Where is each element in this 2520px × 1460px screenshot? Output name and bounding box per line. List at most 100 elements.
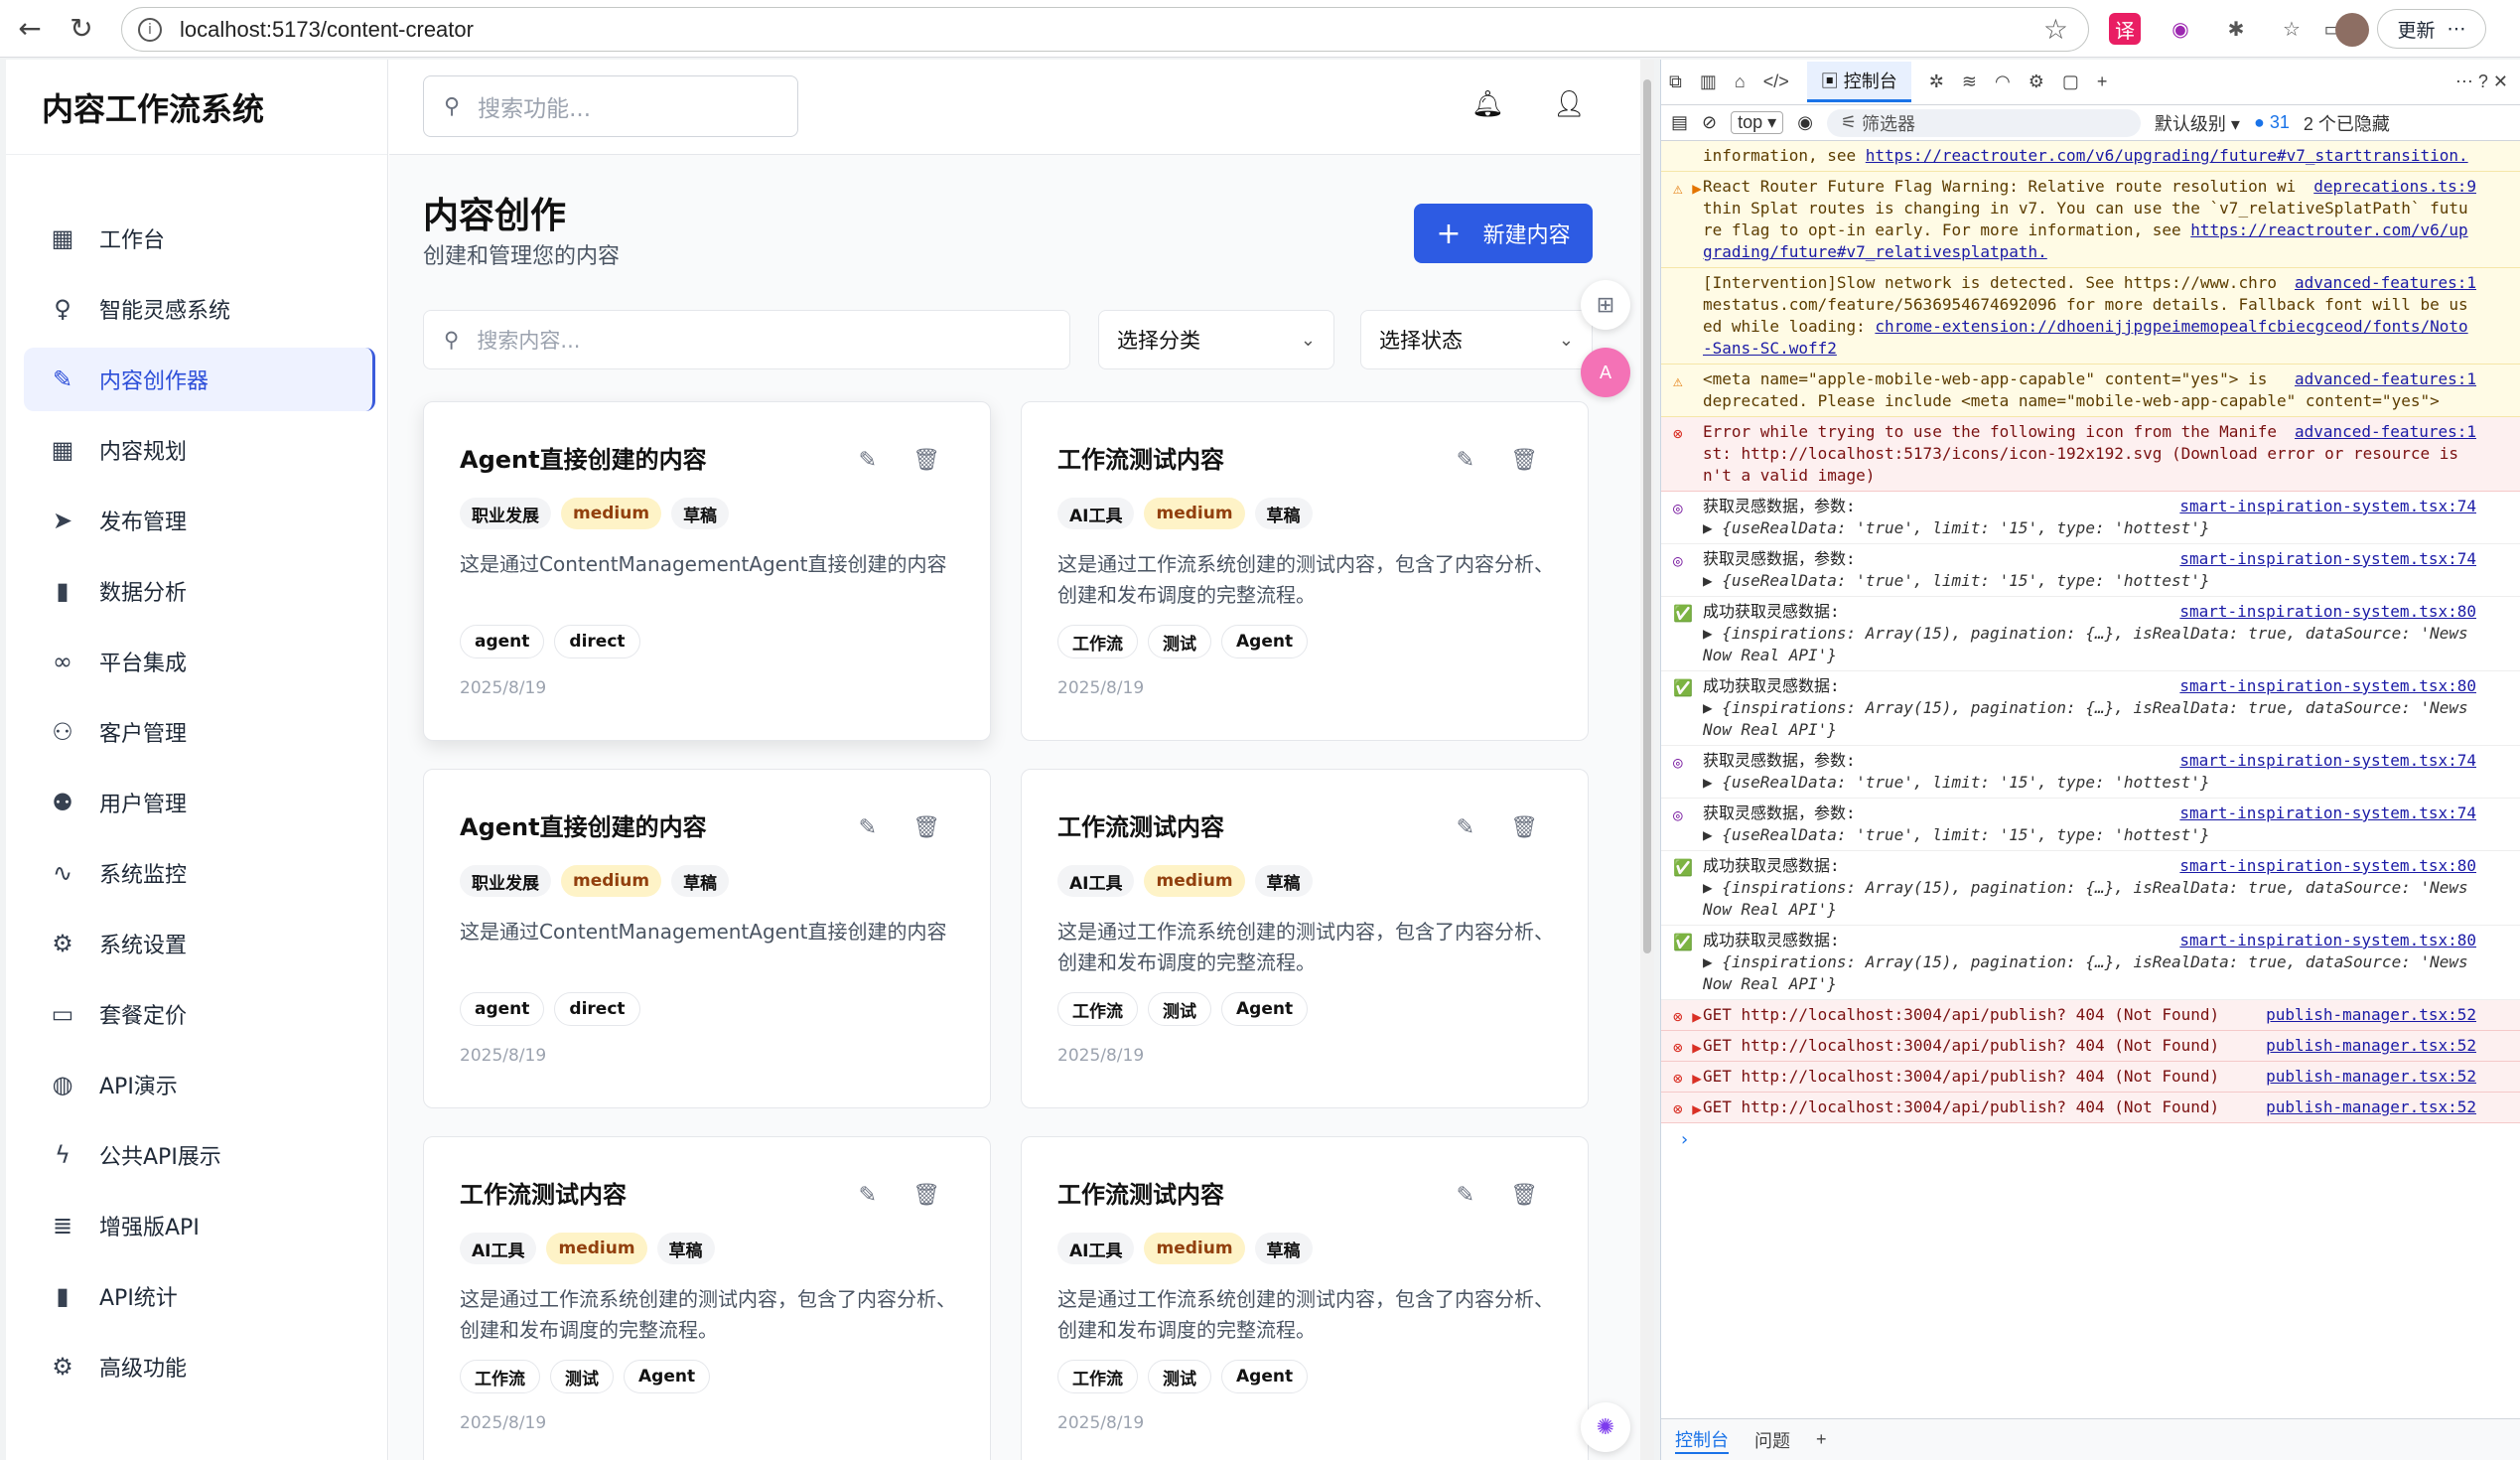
sidebar-item[interactable]: ▦ 工作台 [24, 207, 375, 270]
sidebar-item[interactable]: ∞ 平台集成 [24, 630, 375, 693]
source-link[interactable]: smart-inspiration-system.tsx:74 [2179, 548, 2476, 570]
level-select[interactable]: 默认级别 ▾ [2155, 110, 2240, 136]
logged-object[interactable]: ▶ {inspirations: Array(15), pagination: … [1703, 697, 2476, 741]
sidebar-item[interactable]: ➤ 发布管理 [24, 489, 375, 552]
category-select[interactable]: 选择分类 ⌄ [1098, 310, 1334, 369]
logged-object[interactable]: ▶ {inspirations: Array(15), pagination: … [1703, 623, 2476, 666]
address-bar[interactable]: i localhost:5173/content-creator ☆ [121, 7, 2089, 52]
trash-icon[interactable]: 🗑︎ [1510, 448, 1538, 473]
source-link[interactable]: advanced-features:1 [2295, 421, 2476, 443]
content-card[interactable]: Agent直接创建的内容 ✎ 🗑︎ 职业发展 medium 草稿 这是通过Conten… [423, 769, 991, 1108]
source-link[interactable]: publish-manager.tsx:52 [2266, 1004, 2476, 1026]
sidebar-item[interactable]: ◍ API演示 [24, 1053, 375, 1116]
update-button[interactable]: 更新 ⋯ [2377, 9, 2486, 49]
source-link[interactable]: smart-inspiration-system.tsx:74 [2179, 750, 2476, 772]
function-search-input[interactable]: ⚲ 搜索功能... [423, 75, 798, 137]
edit-icon[interactable]: ✎ [1457, 815, 1474, 840]
add-drawer-tab-icon[interactable]: + [1816, 1429, 1827, 1450]
sidebar-item[interactable]: ▦ 内容规划 [24, 418, 375, 482]
dock-icon[interactable]: ▥ [1700, 72, 1717, 92]
page-scrollbar[interactable] [1640, 60, 1654, 1460]
status-select[interactable]: 选择状态 ⌄ [1360, 310, 1593, 369]
sidebar-item[interactable]: ▭ 套餐定价 [24, 982, 375, 1046]
logged-object[interactable]: ▶ {useRealData: 'true', limit: '15', typ… [1703, 570, 2476, 592]
source-link[interactable]: smart-inspiration-system.tsx:80 [2179, 601, 2476, 623]
sidebar-item[interactable]: ϟ 公共API展示 [24, 1123, 375, 1187]
reload-icon[interactable]: ↻ [60, 7, 103, 51]
sidebar-item[interactable]: ∿ 系统监控 [24, 841, 375, 905]
puzzle-icon[interactable]: ✱ [2220, 13, 2252, 45]
application-icon[interactable]: ▢ [2062, 72, 2079, 92]
apps-grid-icon[interactable]: ⊞ [1581, 280, 1630, 330]
brain-icon[interactable]: ✺ [1581, 1402, 1630, 1452]
sidebar-item[interactable]: ⚙ 系统设置 [24, 912, 375, 975]
source-link[interactable]: smart-inspiration-system.tsx:80 [2179, 675, 2476, 697]
site-info-icon[interactable]: i [138, 17, 162, 42]
eye-icon[interactable]: ◉ [1797, 112, 1813, 133]
trash-icon[interactable]: 🗑︎ [1510, 815, 1538, 840]
console-filter-input[interactable]: ⚟ 筛选器 [1826, 108, 2141, 137]
elements-icon[interactable]: </> [1763, 72, 1789, 92]
new-content-button[interactable]: + 新建内容 [1414, 204, 1593, 263]
scrollbar-thumb[interactable] [1643, 79, 1651, 953]
bug-icon[interactable]: ✲ [1929, 72, 1944, 92]
performance-icon[interactable]: ◠ [1995, 72, 2011, 92]
more-icon[interactable]: ⋯ ? ✕ [2455, 72, 2508, 92]
logged-object[interactable]: ▶ {useRealData: 'true', limit: '15', typ… [1703, 772, 2476, 794]
trash-icon[interactable]: 🗑︎ [1510, 1183, 1538, 1208]
user-icon[interactable]: 👤︎ [1553, 89, 1586, 119]
source-link[interactable]: advanced-features:1 [2295, 272, 2476, 294]
logged-object[interactable]: ▶ {inspirations: Array(15), pagination: … [1703, 951, 2476, 995]
console-prompt[interactable]: › [1661, 1123, 2520, 1156]
edit-icon[interactable]: ✎ [1457, 448, 1474, 473]
extension-icon[interactable]: ◉ [2165, 13, 2196, 45]
drawer-tab-console[interactable]: 控制台 [1675, 1426, 1729, 1454]
logged-object[interactable]: ▶ {useRealData: 'true', limit: '15', typ… [1703, 517, 2476, 539]
bell-icon[interactable]: 🔔︎ [1471, 89, 1504, 119]
source-link[interactable]: smart-inspiration-system.tsx:80 [2179, 930, 2476, 951]
favorites-icon[interactable]: ☆ [2276, 13, 2308, 45]
source-link[interactable]: smart-inspiration-system.tsx:80 [2179, 855, 2476, 877]
source-link[interactable]: publish-manager.tsx:52 [2266, 1035, 2476, 1057]
logged-object[interactable]: ▶ {inspirations: Array(15), pagination: … [1703, 877, 2476, 921]
source-link[interactable]: deprecations.ts:9 [2313, 176, 2476, 198]
source-link[interactable]: smart-inspiration-system.tsx:74 [2179, 803, 2476, 824]
context-select[interactable]: top ▾ [1731, 111, 1784, 134]
network-icon[interactable]: ≋ [1962, 72, 1977, 92]
content-search-input[interactable]: ⚲ 搜索内容... [423, 310, 1070, 369]
back-icon[interactable]: ← [8, 7, 52, 51]
sidebar-toggle-icon[interactable]: ▤ [1671, 112, 1688, 133]
content-card[interactable]: 工作流测试内容 ✎ 🗑︎ AI工具 medium 草稿 这是通过工作流系统创建的测试内… [1021, 1136, 1589, 1460]
content-card[interactable]: 工作流测试内容 ✎ 🗑︎ AI工具 medium 草稿 这是通过工作流系统创建的测试内… [423, 1136, 991, 1460]
sidebar-item[interactable]: ⚙ 高级功能 [24, 1335, 375, 1398]
sidebar-item[interactable]: ≣ 增强版API [24, 1194, 375, 1257]
sidebar-item[interactable]: ⚉ 用户管理 [24, 771, 375, 834]
sidebar-item[interactable]: ♀ 智能灵感系统 [24, 277, 375, 341]
logged-object[interactable]: ▶ {useRealData: 'true', limit: '15', typ… [1703, 824, 2476, 846]
content-card[interactable]: 工作流测试内容 ✎ 🗑︎ AI工具 medium 草稿 这是通过工作流系统创建的测试内… [1021, 769, 1589, 1108]
sidebar-item[interactable]: ▮ API统计 [24, 1264, 375, 1328]
trash-icon[interactable]: 🗑︎ [912, 815, 940, 840]
gear-icon[interactable]: ⚙ [2029, 72, 2044, 92]
clear-console-icon[interactable]: ⊘ [1702, 112, 1717, 133]
edit-icon[interactable]: ✎ [1457, 1183, 1474, 1208]
message-link[interactable]: https://reactrouter.com/v6/upgrading/fut… [1866, 146, 2468, 165]
translate-icon[interactable]: A [1581, 348, 1630, 397]
profile-avatar[interactable] [2335, 13, 2369, 47]
content-card[interactable]: Agent直接创建的内容 ✎ 🗑︎ 职业发展 medium 草稿 这是通过Conten… [423, 401, 991, 741]
bookmark-star-icon[interactable]: ☆ [2043, 13, 2068, 46]
content-card[interactable]: 工作流测试内容 ✎ 🗑︎ AI工具 medium 草稿 这是通过工作流系统创建的测试内… [1021, 401, 1589, 741]
source-link[interactable]: smart-inspiration-system.tsx:74 [2179, 496, 2476, 517]
source-link[interactable]: publish-manager.tsx:52 [2266, 1066, 2476, 1088]
tab-console[interactable]: ▣ 控制台 [1806, 62, 1911, 102]
drawer-tab-issues[interactable]: 问题 [1754, 1427, 1790, 1453]
sidebar-item[interactable]: ⚇ 客户管理 [24, 700, 375, 764]
edit-icon[interactable]: ✎ [859, 1183, 877, 1208]
edit-icon[interactable]: ✎ [859, 448, 877, 473]
trash-icon[interactable]: 🗑︎ [912, 448, 940, 473]
device-toggle-icon[interactable]: ⧉ [1669, 72, 1682, 92]
sidebar-item[interactable]: ▮ 数据分析 [24, 559, 375, 623]
edit-icon[interactable]: ✎ [859, 815, 877, 840]
extension-icon[interactable]: 译 [2109, 13, 2141, 45]
source-link[interactable]: advanced-features:1 [2295, 368, 2476, 390]
